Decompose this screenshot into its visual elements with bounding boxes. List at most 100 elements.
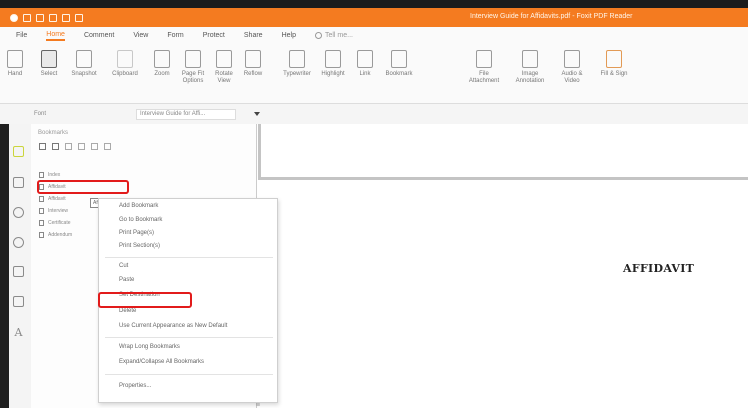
options-icon[interactable] [39, 143, 46, 150]
link-button[interactable]: Link [354, 50, 376, 78]
select-tool-button[interactable]: Select [36, 50, 62, 78]
select-label: Select [40, 71, 58, 77]
bookmark-item[interactable]: Index [39, 172, 60, 178]
bookmark-item[interactable]: Addendum [39, 232, 72, 238]
highlight-label: Highlight [321, 71, 345, 77]
print-icon[interactable] [49, 13, 57, 22]
panel-resize-handle[interactable]: ≡ [256, 402, 260, 408]
expand-icon[interactable] [78, 143, 85, 150]
bookmark-icon [39, 232, 44, 238]
menu-item-go-to-bookmark[interactable]: Go to Bookmark [119, 217, 162, 223]
cursor-icon [41, 50, 57, 68]
menu-item-paste[interactable]: Paste [119, 277, 134, 283]
zoom-label: Zoom [154, 71, 170, 77]
menu-help[interactable]: Help [282, 32, 296, 39]
bookmark-item-label: Index [48, 172, 61, 178]
menu-item-add-bookmark[interactable]: Add Bookmark [119, 203, 158, 209]
bookmark-item[interactable]: Certificate [39, 220, 71, 226]
media-icon [564, 50, 580, 68]
menu-separator [105, 374, 273, 375]
font-label: Font [34, 111, 47, 117]
reflow-button[interactable]: Reflow [240, 50, 266, 78]
open-icon[interactable] [23, 13, 31, 22]
menu-view[interactable]: View [133, 32, 148, 39]
typewriter-label: Typewriter [283, 71, 311, 77]
file-attachment-button[interactable]: File Attachment [464, 50, 504, 85]
image-annotation-button[interactable]: Image Annotation [510, 50, 550, 85]
bookmark-panel-icon[interactable] [13, 146, 24, 157]
menu-share[interactable]: Share [244, 32, 263, 39]
collapse-icon[interactable] [91, 143, 98, 150]
page-fit-icon [185, 50, 201, 68]
bookmark-icon [39, 196, 44, 202]
menu-item-wrap-long-bookmarks[interactable]: Wrap Long Bookmarks [119, 344, 180, 350]
menu-item-delete[interactable]: Delete [119, 308, 136, 314]
save-icon[interactable] [36, 13, 44, 22]
layers-panel-icon[interactable] [13, 237, 24, 248]
rotate-icon [216, 50, 232, 68]
reflow-label: Reflow [243, 71, 263, 77]
hand-tool-button[interactable]: Hand [4, 50, 26, 78]
tell-me-search[interactable]: Tell me... [314, 32, 353, 39]
menu-item-use-current-appearance[interactable]: Use Current Appearance as New Default [119, 323, 227, 329]
menu-item-cut[interactable]: Cut [119, 263, 128, 269]
ribbon: Hand Select Snapshot Clipboard Zoom Page… [0, 44, 748, 104]
undo-icon[interactable] [62, 13, 70, 22]
attachments-panel-icon[interactable] [13, 266, 24, 277]
zoom-button[interactable]: Zoom [150, 50, 174, 78]
highlight-button[interactable]: Highlight [318, 50, 348, 78]
page-fit-label: Page Fit Options [181, 71, 205, 84]
redo-icon[interactable] [75, 13, 83, 22]
fill-sign-button[interactable]: Fill & Sign [600, 50, 628, 78]
rotate-view-button[interactable]: Rotate View [210, 50, 238, 85]
audio-video-button[interactable]: Audio & Video [556, 50, 588, 85]
rotate-label: Rotate View [215, 71, 233, 84]
menu-item-properties[interactable]: Properties... [119, 383, 151, 389]
bookmark-item[interactable]: Affidavit [39, 196, 66, 202]
chevron-down-icon[interactable] [254, 112, 260, 116]
bookmark-label: Bookmark [385, 71, 413, 77]
menu-protect[interactable]: Protect [203, 32, 225, 39]
clipboard-button[interactable]: Clipboard [106, 50, 144, 78]
menu-bar: File Home Comment View Form Protect Shar… [0, 27, 748, 44]
font-combo[interactable]: Interview Guide for Affi... [136, 109, 236, 120]
bookmark-button[interactable]: Bookmark [382, 50, 416, 78]
link-label: Link [359, 71, 371, 77]
image-annotation-label: Image Annotation [515, 71, 545, 84]
set-destination-highlight-box [98, 292, 192, 308]
find-bookmark-icon[interactable] [104, 143, 111, 150]
audio-video-label: Audio & Video [561, 71, 583, 84]
window-title: Interview Guide for Affidavits.pdf - Fox… [470, 13, 633, 20]
security-panel-icon[interactable] [13, 296, 24, 307]
bookmark-item[interactable]: Interview [39, 208, 68, 214]
navigation-pane-bar: A [9, 124, 31, 408]
menu-home[interactable]: Home [46, 31, 65, 41]
bookmark-icon [39, 172, 44, 178]
hand-icon [7, 50, 23, 68]
menu-comment[interactable]: Comment [84, 32, 114, 39]
page-fit-button[interactable]: Page Fit Options [178, 50, 208, 85]
typewriter-button[interactable]: Typewriter [278, 50, 316, 78]
file-attachment-label: File Attachment [468, 71, 500, 84]
delete-bookmark-icon[interactable] [65, 143, 72, 150]
title-bar: Interview Guide for Affidavits.pdf - Fox… [0, 8, 748, 27]
zoom-icon [154, 50, 170, 68]
menu-item-print-sections[interactable]: Print Section(s) [119, 243, 160, 249]
text-panel-icon[interactable]: A [13, 327, 24, 338]
bookmark-icon [39, 220, 44, 226]
snapshot-button[interactable]: Snapshot [66, 50, 102, 78]
snapshot-label: Snapshot [71, 71, 97, 77]
bookmark-item-label: Affidavit [48, 196, 66, 202]
menu-file[interactable]: File [16, 32, 27, 39]
menu-form[interactable]: Form [167, 32, 183, 39]
menu-item-expand-collapse-all[interactable]: Expand/Collapse All Bookmarks [119, 359, 204, 365]
reflow-icon [245, 50, 261, 68]
new-bookmark-icon[interactable] [52, 143, 59, 150]
clipboard-label: Clipboard [112, 71, 138, 77]
pages-panel-icon[interactable] [13, 177, 24, 188]
menu-item-print-pages[interactable]: Print Page(s) [119, 230, 154, 236]
typewriter-icon [289, 50, 305, 68]
comments-panel-icon[interactable] [13, 207, 24, 218]
pen-icon [606, 50, 622, 68]
quick-access-toolbar [10, 13, 83, 22]
